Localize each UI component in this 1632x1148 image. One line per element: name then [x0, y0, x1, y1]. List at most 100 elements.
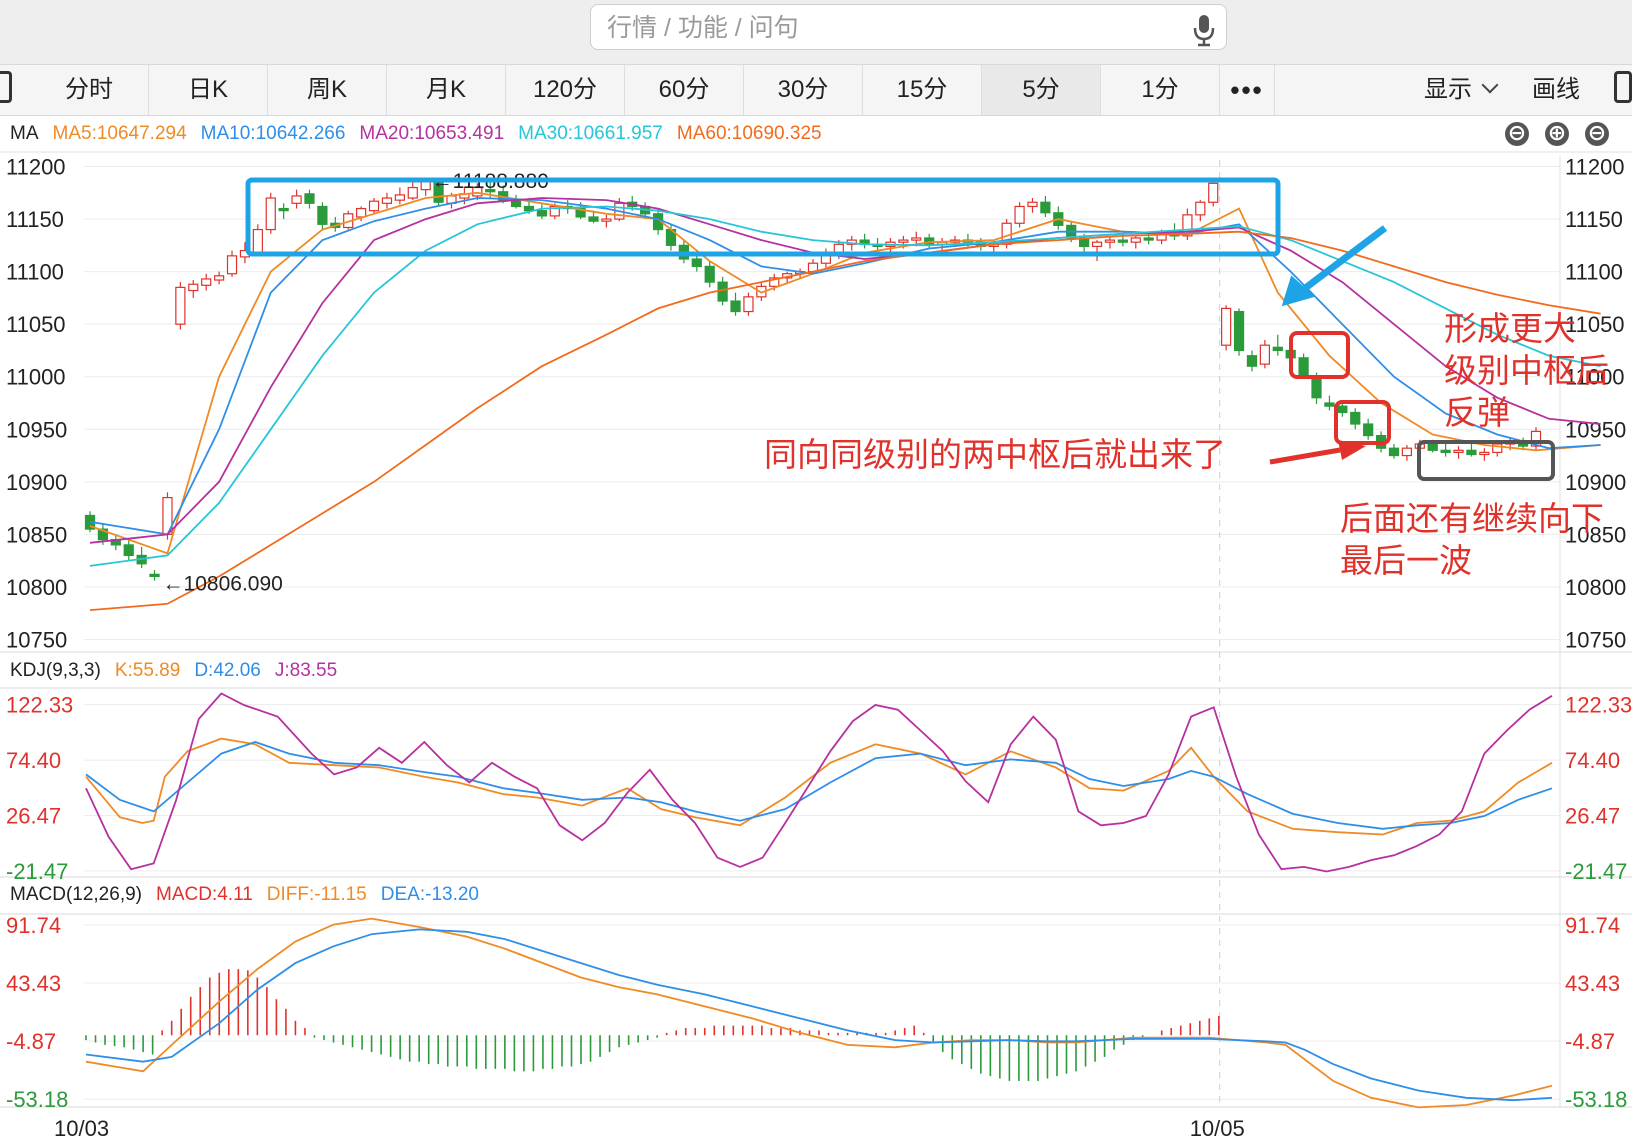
annotation-line: 反弹	[1444, 393, 1510, 432]
candle-down	[149, 573, 160, 578]
y-tick-left: 74.40	[6, 748, 61, 773]
y-tick-left: 10950	[6, 417, 67, 442]
candle-down	[1040, 201, 1051, 214]
candle-down	[523, 205, 535, 212]
candle-up	[1014, 205, 1025, 224]
candle-down	[278, 207, 289, 212]
candle-down	[1324, 402, 1335, 407]
candle-up	[1401, 447, 1413, 457]
candle-down	[1311, 378, 1322, 399]
candle-up	[1221, 307, 1232, 346]
y-tick-left: 10900	[6, 470, 67, 495]
candle-up	[201, 278, 212, 286]
candle-up	[368, 200, 380, 212]
candle-up	[1130, 237, 1141, 243]
y-tick-right: -21.47	[1565, 859, 1627, 884]
y-tick-left: 10850	[6, 522, 67, 547]
candle-up	[291, 195, 302, 204]
y-tick-right: 11100	[1565, 260, 1623, 285]
candle-down	[1337, 405, 1348, 414]
candle-down	[1143, 237, 1154, 241]
candle-down	[717, 281, 728, 302]
candle-up	[833, 243, 844, 254]
candle-up	[1027, 201, 1038, 208]
y-tick-right: 10800	[1565, 575, 1626, 600]
y-tick-left: 43.43	[6, 971, 61, 996]
x-label-start: 10/03	[54, 1116, 109, 1141]
candle-up	[265, 197, 276, 231]
y-tick-left: -21.47	[6, 859, 68, 884]
candle-up	[175, 286, 186, 325]
y-tick-right: 11150	[1565, 207, 1623, 232]
candle-up	[213, 275, 225, 281]
candle-down	[1298, 357, 1309, 376]
ma-ma20-line	[89, 197, 1601, 544]
candle-up	[601, 218, 612, 222]
y-tick-left: 11200	[6, 155, 66, 180]
y-tick-right: 26.47	[1565, 803, 1620, 828]
y-tick-right: 10900	[1565, 470, 1626, 495]
candle-down	[704, 265, 715, 283]
y-tick-left: 11100	[6, 260, 64, 285]
candle-down	[1427, 443, 1438, 451]
y-tick-right: -4.87	[1565, 1029, 1615, 1054]
y-tick-left: 122.33	[6, 693, 73, 718]
macd-dea-line	[85, 928, 1553, 1102]
candle-up	[356, 207, 367, 218]
annotation-two-zones: 同向同级别的两中枢后就出来了	[764, 435, 1226, 474]
candle-up	[743, 296, 754, 313]
consolidation-box	[245, 177, 1281, 257]
y-tick-left: -4.87	[6, 1029, 56, 1054]
candle-down	[1363, 423, 1374, 437]
kline-chart[interactable]: 11200 1120011150 1115011100 1110011050 11050…	[0, 0, 1632, 1148]
ma-ma10-line	[89, 197, 1601, 536]
red-arrow-shaft	[1269, 447, 1341, 465]
x-label-mid: 10/05	[1190, 1116, 1245, 1141]
y-tick-left: 10750	[6, 627, 67, 652]
annotation-line: 后面还有继续向下	[1340, 499, 1604, 538]
candle-up	[226, 255, 238, 275]
candle-up	[394, 194, 405, 201]
annotation-line: 最后一波	[1340, 541, 1472, 580]
candle-down	[536, 210, 547, 217]
candle-up	[252, 228, 263, 254]
candle-up	[1259, 344, 1270, 365]
candle-up	[1453, 449, 1464, 454]
y-tick-right: 74.40	[1565, 748, 1620, 773]
candle-down	[588, 216, 599, 222]
y-tick-left: -53.18	[6, 1087, 68, 1112]
candle-up	[1195, 201, 1206, 216]
candle-up	[407, 186, 418, 199]
candle-down	[1246, 355, 1258, 367]
candle-down	[1117, 239, 1128, 243]
zone-box-3	[1417, 440, 1555, 481]
candle-down	[1350, 411, 1361, 425]
candle-down	[691, 258, 702, 267]
candle-up	[898, 239, 909, 243]
candle-up	[1208, 182, 1219, 203]
y-tick-right: -53.18	[1565, 1087, 1627, 1112]
candle-down	[730, 300, 741, 313]
y-tick-right: 122.33	[1565, 693, 1632, 718]
y-tick-left: 91.74	[6, 913, 61, 938]
candle-up	[381, 197, 393, 204]
candle-down	[123, 544, 134, 557]
y-tick-left: 11000	[6, 365, 66, 390]
candle-down	[317, 205, 328, 225]
candle-up	[188, 283, 199, 292]
kdj-j-line	[85, 692, 1553, 873]
candle-down	[1272, 346, 1283, 352]
low-price-label: ←10806.090	[163, 573, 283, 596]
candle-down	[1388, 447, 1400, 457]
candle-down	[1466, 449, 1477, 456]
y-tick-left: 11150	[6, 207, 64, 232]
macd-diff-line	[85, 917, 1553, 1109]
y-tick-right: 43.43	[1565, 971, 1620, 996]
candle-up	[1104, 239, 1116, 243]
candle-down	[1233, 310, 1245, 352]
kdj-k-line	[85, 737, 1553, 836]
candle-down	[1440, 449, 1451, 454]
y-tick-right: 91.74	[1565, 913, 1620, 938]
candle-up	[911, 237, 922, 241]
y-tick-right: 11200	[1565, 155, 1625, 180]
